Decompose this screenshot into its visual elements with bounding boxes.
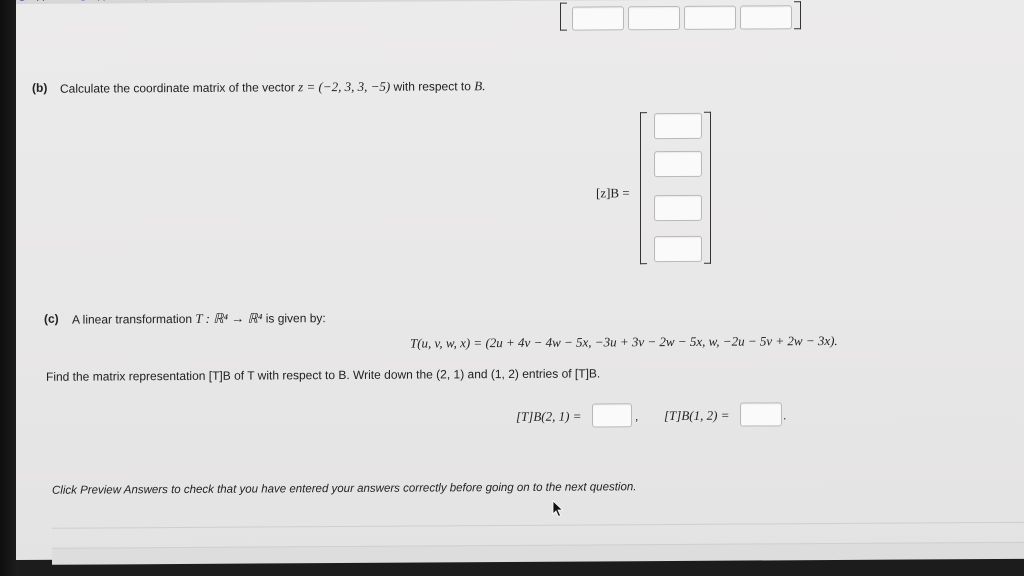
entry-end-period: . <box>783 408 787 423</box>
footer-strip <box>52 541 1024 565</box>
bookmark-item[interactable]: iCloud <box>140 0 182 3</box>
top-matrix-cell-4[interactable] <box>740 5 792 30</box>
preview-answers-hint: Click Preview Answers to check that you … <box>52 481 637 497</box>
top-matrix-cell-3[interactable] <box>684 5 736 30</box>
part-b-basis: B. <box>474 78 486 94</box>
part-c-prompt: A linear transformation T : ℝ⁴ → ℝ⁴ is g… <box>72 310 326 328</box>
footer-divider <box>52 521 1024 529</box>
bookmark-item[interactable]: iPodcast推荐 (... <box>547 0 634 1</box>
part-b-prompt-suffix: with respect to <box>393 79 471 94</box>
part-b-prompt: Calculate the coordinate matrix of the v… <box>60 78 485 97</box>
part-b-prompt-prefix: Calculate the coordinate matrix of the v… <box>60 80 295 96</box>
part-c-prompt-suffix: is given by: <box>265 311 326 326</box>
part-b-label: (b) <box>32 80 48 95</box>
part-c-prompt-prefix: A linear transformation <box>72 311 193 327</box>
question-page: Apps Apple iCloud 新浪网 百度 Bing 百度百科 新浪微博 iPodcast… <box>16 0 1024 565</box>
coord-matrix-right-bracket <box>704 111 711 264</box>
bookmarks-bar: Apps Apple iCloud 新浪网 百度 Bing 百度百科 新浪微博 iPodcast… <box>16 0 1024 4</box>
top-matrix-cell-2[interactable] <box>628 5 680 31</box>
transformation-formula: T(u, v, w, x) = (2u + 4v − 4w − 5x, −3u … <box>410 332 838 351</box>
coord-matrix-left-bracket <box>640 112 647 265</box>
entry-1-2-input[interactable] <box>740 402 782 427</box>
top-matrix-right-bracket <box>794 1 801 30</box>
screen: Apps Apple iCloud 新浪网 百度 Bing 百度百科 新浪微博 iPodcast… <box>0 0 1024 576</box>
top-matrix-left-bracket <box>560 2 567 31</box>
top-matrix-cell-1[interactable] <box>572 6 624 31</box>
entry-separator-comma: , <box>635 409 639 424</box>
entry-1-2-label: [T]B(1, 2) = <box>664 407 730 424</box>
bookmark-item[interactable]: 新浪网 <box>207 0 251 3</box>
part-c-label: (c) <box>44 311 59 326</box>
coord-matrix-entry-2[interactable] <box>654 150 702 178</box>
coord-matrix-entry-4[interactable] <box>654 235 702 263</box>
part-b-vector: z = (−2, 3, 3, −5) <box>298 78 391 95</box>
bookmark-item[interactable]: 新浪微博 <box>469 0 523 1</box>
bookmark-item[interactable]: Bing <box>333 0 367 2</box>
find-matrix-instruction: Find the matrix representation [T]B of T… <box>46 366 601 384</box>
entry-2-1-label: [T]B(2, 1) = <box>516 408 582 424</box>
coordinate-matrix-label: [z]B = <box>596 185 630 201</box>
coord-matrix-entry-1[interactable] <box>654 112 702 140</box>
bookmark-item[interactable]: 百度百科 <box>391 0 445 2</box>
bookmark-item[interactable]: 百度 <box>275 0 309 2</box>
part-c-map: T : ℝ⁴ → ℝ⁴ <box>195 310 263 326</box>
bookmark-item[interactable]: Apple <box>77 0 117 4</box>
coord-matrix-entry-3[interactable] <box>654 194 702 222</box>
bookmark-item[interactable]: Apps <box>16 0 53 4</box>
entry-2-1-input[interactable] <box>592 403 632 428</box>
